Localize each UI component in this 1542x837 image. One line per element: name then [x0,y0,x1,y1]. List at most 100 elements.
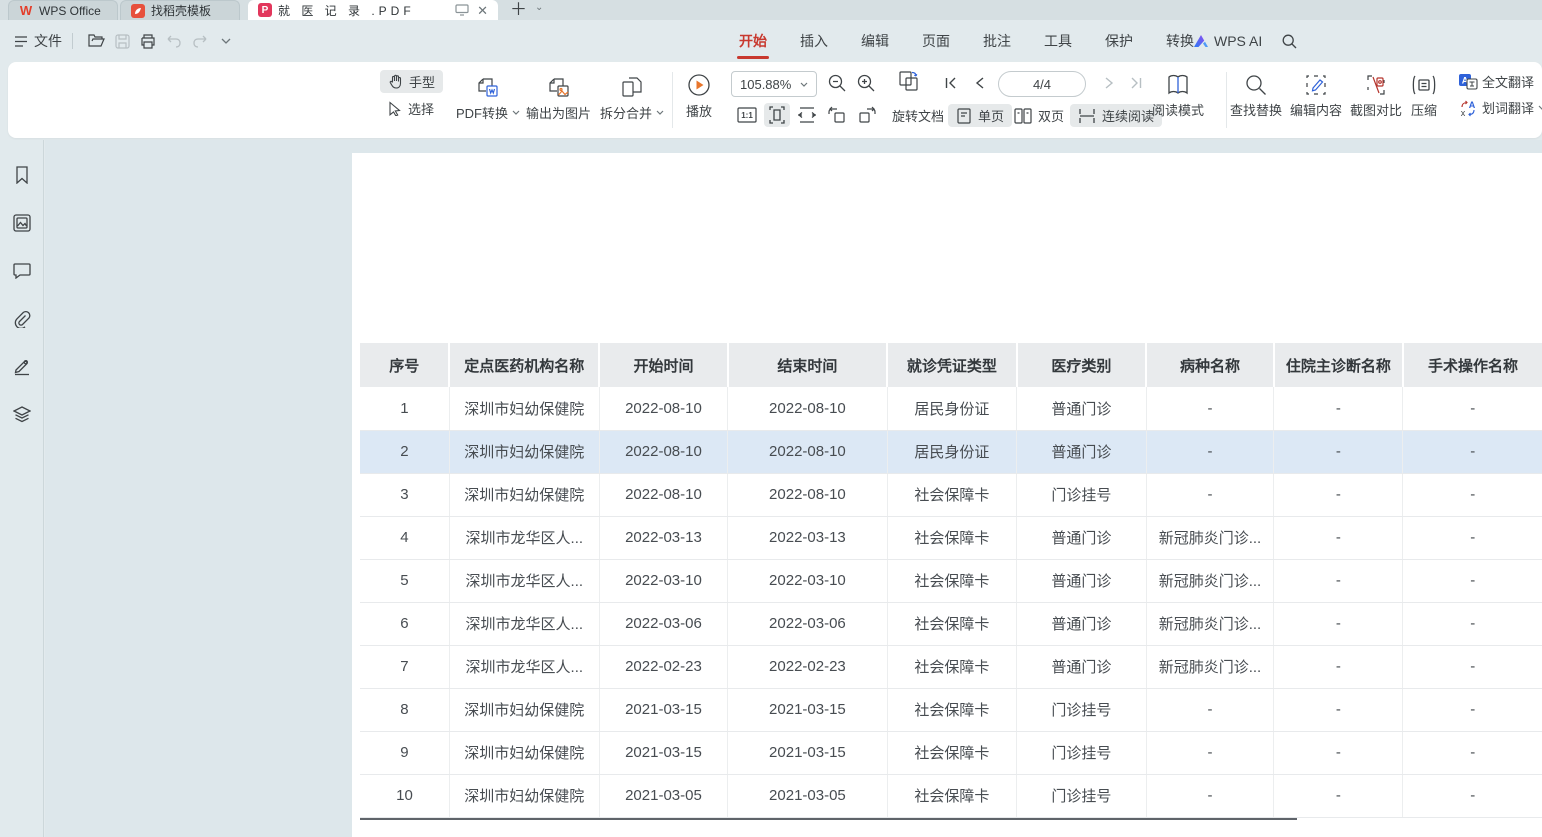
table-cell: 门诊挂号 [1017,688,1146,731]
actual-size-button[interactable]: 1:1 [734,103,760,127]
read-mode-icon [1165,73,1191,97]
menu-search-button[interactable] [1282,34,1297,49]
edit-content-button[interactable]: 编辑内容 [1290,73,1342,119]
zoom-in-icon [857,74,875,92]
table-cell: 2022-03-06 [728,602,887,645]
open-file-button[interactable] [83,29,109,53]
menu-item-edit[interactable]: 编辑 [859,27,891,55]
divider [72,33,73,49]
split-merge-button[interactable]: 拆分合并 [600,74,664,122]
redo-button[interactable] [187,29,213,53]
signature-panel-button[interactable] [9,354,35,380]
last-page-button[interactable] [1125,71,1147,95]
find-replace-button[interactable]: 查找替换 [1230,73,1282,119]
menu-item-page[interactable]: 页面 [920,27,952,55]
undo-button[interactable] [161,29,187,53]
tab-wps-office[interactable]: W WPS Office [8,0,118,20]
table-cell: 7 [360,645,449,688]
next-page-button[interactable] [1098,71,1120,95]
save-button[interactable] [109,29,135,53]
new-tab-plus-icon[interactable]: ＋ [510,0,527,20]
zoom-level-select[interactable]: 105.88% [731,71,817,97]
fit-width-button[interactable] [794,103,820,127]
first-page-button[interactable] [940,71,962,95]
rotate-document-button[interactable]: 旋转文档 [884,104,952,127]
page-indicator-input[interactable]: 4/4 [998,71,1086,97]
fit-page-button[interactable] [764,103,790,127]
menu-bar: 文件 开始 插入 编辑 页面 批注 工具 保护 转换 [0,20,1542,62]
table-cell: - [1274,774,1403,817]
layers-panel-button[interactable] [9,402,35,428]
screenshot-compare-button[interactable]: 截图对比 [1350,73,1402,119]
pdf-convert-button[interactable]: PDF转换 [456,74,520,122]
rotate-left-button[interactable] [824,103,850,127]
table-header-cell: 序号 [360,343,449,387]
tab-document-active[interactable]: P 就 医 记 录 .PDF ✕ [248,0,498,20]
table-cell: 2022-03-13 [728,516,887,559]
read-mode-button[interactable]: 阅读模式 [1152,73,1204,119]
tab-list-chevron-down-icon[interactable]: ⌄ [535,3,543,13]
rotate-right-button[interactable] [854,103,880,127]
menu-item-tools[interactable]: 工具 [1042,27,1074,55]
table-cell: - [1146,387,1274,430]
wps-ai-button[interactable]: WPS AI [1193,33,1262,49]
hand-tool-button[interactable]: 手型 [380,70,443,93]
hand-icon [388,74,403,89]
wps-logo-icon: W [19,4,33,18]
menu-item-comment[interactable]: 批注 [981,27,1013,55]
table-header-cell: 手术操作名称 [1403,343,1542,387]
table-cell: 9 [360,731,449,774]
file-menu-button[interactable]: 文件 [14,31,62,51]
thumbnail-icon [13,214,31,232]
previous-page-button[interactable] [968,71,990,95]
table-cell: - [1403,516,1542,559]
close-icon[interactable]: ✕ [477,4,488,17]
thumbnails-panel-button[interactable] [9,210,35,236]
continuous-read-button[interactable]: 连续阅读 [1070,104,1162,127]
print-button[interactable] [135,29,161,53]
page-indicator-value: 4/4 [1033,77,1051,92]
bookmarks-panel-button[interactable] [9,162,35,188]
hand-tool-label: 手型 [409,72,435,91]
word-translate-button[interactable]: A x 划词翻译 [1458,98,1542,117]
table-cell: 2022-08-10 [599,430,728,473]
single-page-button[interactable]: 单页 [948,104,1012,127]
medical-table: 序号 定点医药机构名称 开始时间 结束时间 就诊凭证类型 医疗类别 病种名称 住… [360,343,1542,818]
document-canvas[interactable]: 序号 定点医药机构名称 开始时间 结束时间 就诊凭证类型 医疗类别 病种名称 住… [45,140,1542,837]
menu-items: 开始 插入 编辑 页面 批注 工具 保护 转换 [737,27,1196,55]
compress-icon [1410,73,1438,97]
compress-button[interactable]: 压缩 [1410,73,1438,119]
play-button[interactable]: 播放 [686,72,712,120]
tab-docer-templates[interactable]: 找稻壳模板 [120,0,240,20]
chevron-down-icon [512,110,520,115]
menu-item-protect[interactable]: 保护 [1103,27,1135,55]
attachments-panel-button[interactable] [9,306,35,332]
table-cell: 新冠肺炎门诊... [1146,516,1274,559]
export-image-button[interactable]: 输出为图片 [526,74,591,122]
zoom-in-button[interactable] [853,71,879,95]
tab-label: 找稻壳模板 [151,2,211,19]
undo-icon [166,35,182,48]
more-actions-button[interactable] [213,29,239,53]
menu-item-convert[interactable]: 转换 [1164,27,1196,55]
comments-panel-button[interactable] [9,258,35,284]
table-row: 3深圳市妇幼保健院2022-08-102022-08-10社会保障卡门诊挂号--… [360,473,1542,516]
table-cell: 新冠肺炎门诊... [1146,602,1274,645]
word-translate-label: 划词翻译 [1482,98,1534,117]
table-header-row: 序号 定点医药机构名称 开始时间 结束时间 就诊凭证类型 医疗类别 病种名称 住… [360,343,1542,387]
select-tool-button[interactable]: 选择 [380,97,443,120]
menu-item-insert[interactable]: 插入 [798,27,830,55]
divider [672,72,673,128]
table-cell: - [1274,473,1403,516]
zoom-out-button[interactable] [824,71,850,95]
table-row: 1深圳市妇幼保健院2022-08-102022-08-10居民身份证普通门诊--… [360,387,1542,430]
tab-label: 就 医 记 录 .PDF [278,2,415,19]
menu-item-home[interactable]: 开始 [737,27,769,55]
double-page-icon [1014,108,1032,124]
full-translate-button[interactable]: A 全文翻译 [1458,72,1542,91]
replace-page-button[interactable] [896,69,922,93]
monitor-icon[interactable] [455,4,469,16]
table-cell: 普通门诊 [1017,430,1146,473]
play-icon [686,72,712,98]
screenshot-compare-label: 截图对比 [1350,100,1402,119]
